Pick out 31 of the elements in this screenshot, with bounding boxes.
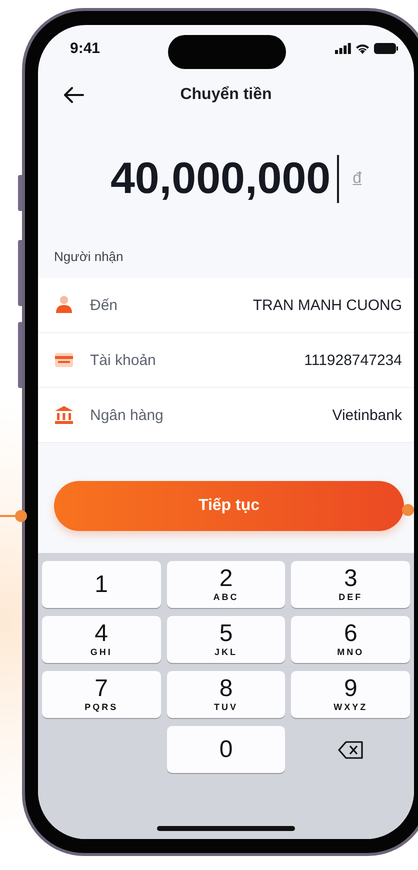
keypad-key[interactable]: 6 MNO: [291, 616, 410, 663]
text-cursor: [336, 155, 339, 203]
backspace-icon: [338, 740, 364, 758]
row-label: Đến: [90, 296, 119, 314]
connector-dot: [15, 510, 27, 522]
keypad-key[interactable]: 7 PQRS: [42, 671, 161, 718]
keypad-key[interactable]: 5 JKL: [166, 616, 286, 663]
screen-title: Chuyển tiền: [179, 86, 273, 104]
keypad-key[interactable]: 0: [166, 726, 286, 773]
row-label: Tài khoản: [90, 352, 157, 368]
currency-symbol: đ: [352, 170, 362, 188]
keypad-key[interactable]: 1: [42, 561, 161, 608]
wifi-icon: [355, 42, 370, 54]
row-value: TRAN MANH CUONG: [252, 296, 402, 314]
keypad-key[interactable]: 2 ABC: [166, 561, 286, 608]
keypad-key[interactable]: 9 WXYZ: [291, 671, 410, 718]
row-value: Vietinbank: [332, 406, 402, 424]
status-time: 9:41: [70, 40, 100, 56]
battery-icon: [374, 42, 398, 54]
keypad-key[interactable]: 4 GHI: [42, 616, 161, 663]
person-icon: [54, 295, 74, 315]
amount-value: 40,000,000: [110, 154, 331, 204]
keypad-key[interactable]: 3 DEF: [291, 561, 410, 608]
signal-icon: [335, 42, 351, 54]
keypad-key[interactable]: 8 TUV: [166, 671, 286, 718]
bank-icon: [54, 405, 74, 425]
row-value: 111928747234: [304, 352, 402, 368]
card-icon: [54, 350, 74, 370]
back-arrow-icon[interactable]: [64, 87, 84, 103]
section-label: Người nhận: [53, 248, 124, 266]
row-label: Ngân hàng: [90, 406, 164, 424]
